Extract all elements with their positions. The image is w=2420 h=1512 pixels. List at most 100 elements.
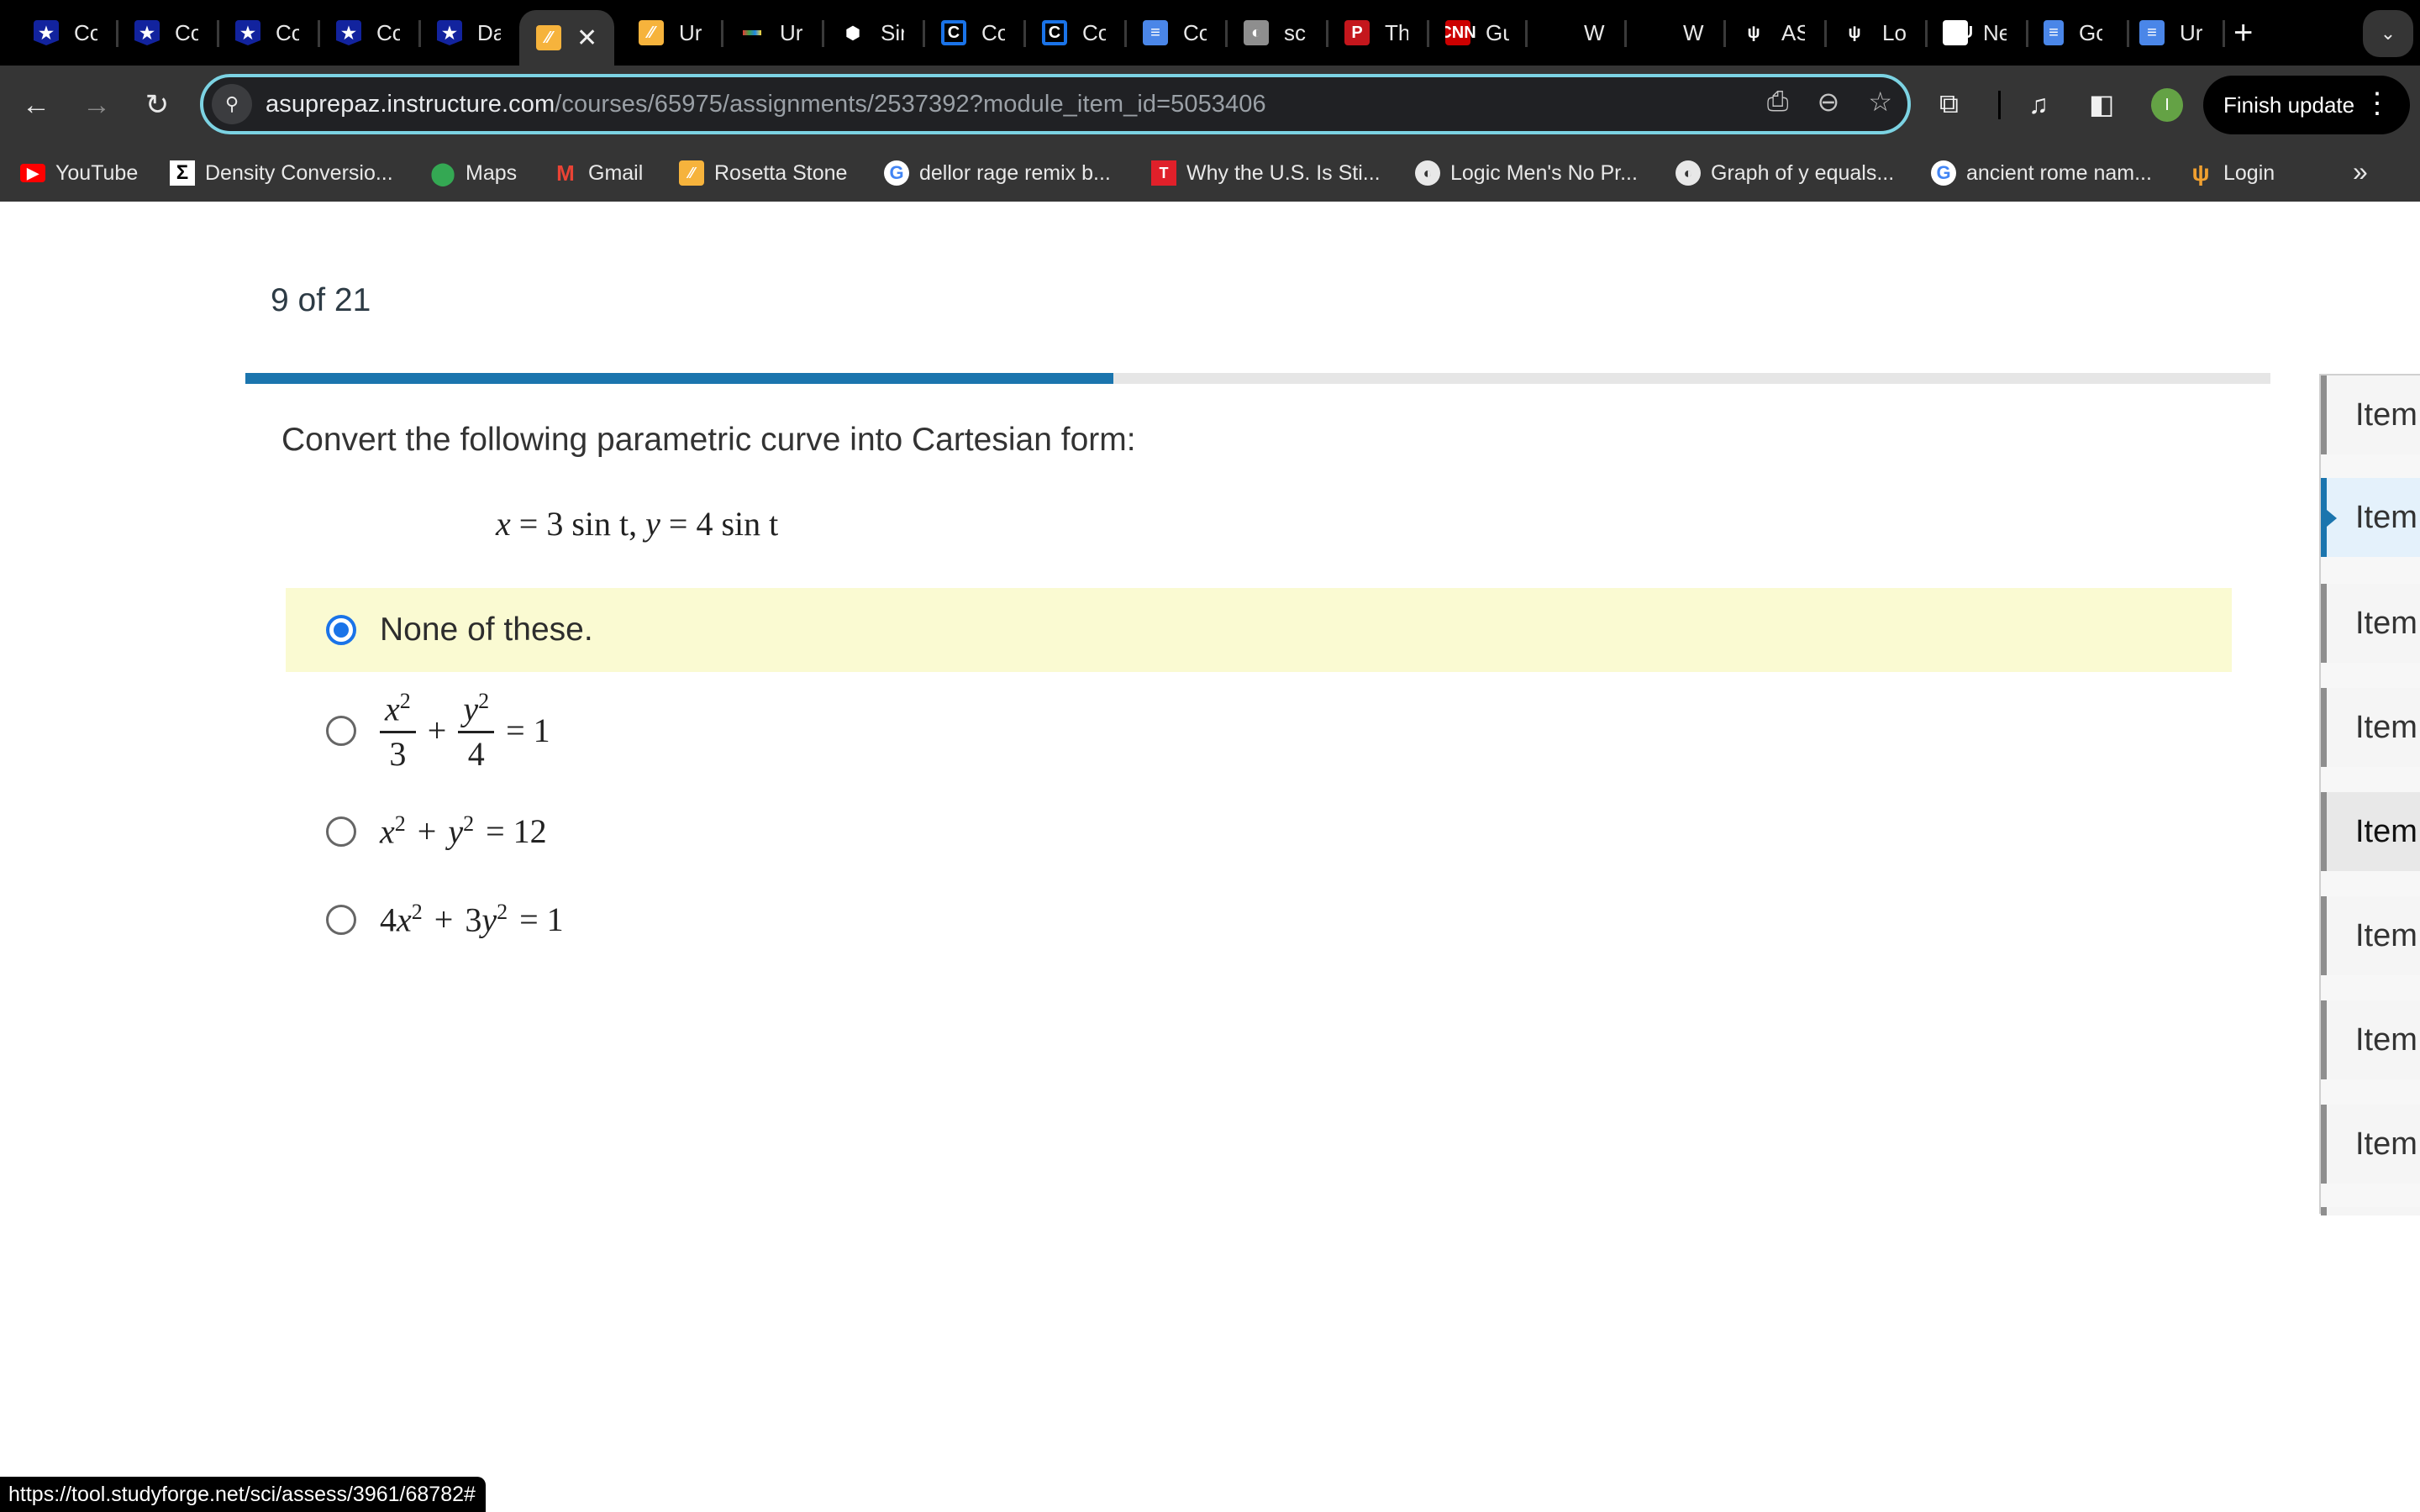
canvas-star-icon: ★ [336,20,361,45]
side-panel-button[interactable]: ◧ [2089,79,2114,129]
browser-tab[interactable]: W [1683,12,1707,54]
maps-pin-icon: ⬤ [430,160,455,186]
google-docs-file-icon: ≡ [2044,20,2064,45]
bookmark-logic[interactable]: ◐ Logic Men's No Pr... [1415,158,1638,188]
progress-bar-fill [245,373,1113,384]
answer-math: x2 3 + y2 4 = 1 [380,690,550,771]
answer-option-circle[interactable]: x2 + y2 = 12 [286,790,2232,874]
answer-option-poly[interactable]: 4x2 + 3y2 = 1 [286,874,2232,966]
browser-tab[interactable]: Ur [739,12,803,54]
browser-tab[interactable]: P Th [1344,12,1408,54]
browser-tab[interactable]: ◐ sc [1244,12,1307,54]
browser-tab[interactable]: CNN Gu [1445,12,1509,54]
bookmark-youtube[interactable]: ▶ YouTube [20,158,138,188]
bookmark-density[interactable]: Σ Density Conversio... [170,158,393,188]
tune-icon: ⚲ [224,93,239,114]
radio-button-checked[interactable] [326,615,356,645]
bookmark-maps[interactable]: ⬤ Maps [430,158,517,188]
nav-item[interactable]: Item [2321,1105,2420,1184]
tab-separator [217,20,219,47]
browser-tab[interactable]: ψ Lo [1842,12,1906,54]
nav-item-current[interactable]: Item [2321,478,2420,557]
browser-tab[interactable]: ≡ Go [2044,12,2102,54]
answer-option-ellipse[interactable]: x2 3 + y2 4 = 1 [286,672,2232,790]
answer-list: None of these. x2 3 + y2 4 = 1 x2 + y2 =… [286,588,2232,966]
browser-tab[interactable]: ⬢ Sir [840,12,904,54]
c-circle-icon: C [1042,20,1067,45]
browser-tab[interactable]: W [1584,12,1607,54]
answer-option-none[interactable]: None of these. [286,588,2232,672]
tab-separator [1326,20,1328,47]
site-info-button[interactable]: ⚲ [212,84,252,124]
question-counter: 9 of 21 [271,282,371,318]
tab-separator [923,20,925,47]
browser-toolbar: ← → ↻ ⚲ asuprepaz.instructure.com/course… [0,66,2420,144]
google-icon: G [1931,160,1956,186]
nav-item[interactable]: Item [2321,1000,2420,1079]
nav-item[interactable]: Item [2321,688,2420,767]
browser-tab[interactable]: ASU Ne [1943,12,2007,54]
reload-button[interactable]: ↻ [136,84,178,126]
browser-tab[interactable]: ⁄⁄ Ur [639,12,702,54]
browser-tab[interactable]: ★ Co [134,12,198,54]
browser-tab[interactable]: ★ Co [34,12,97,54]
forward-button[interactable]: → [76,84,118,126]
progress-bar [245,373,2270,384]
bookmarks-overflow-button[interactable]: » [2353,156,2368,187]
bookmark-login[interactable]: ψ Login [2188,158,2275,188]
nav-item[interactable]: Item [2321,584,2420,663]
browser-tab-active[interactable]: ⁄⁄ ✕ [519,10,615,66]
hexagon-cluster-icon: ⬢ [845,24,860,43]
browser-tab[interactable]: ★ Da [437,12,501,54]
browser-tab[interactable]: ★ Co [235,12,299,54]
asu-pitchfork-icon: ψ [1747,23,1760,42]
install-app-icon[interactable]: ⎙ [1767,86,1789,118]
nav-item[interactable]: Item [2321,896,2420,975]
bookmark-dellor[interactable]: G dellor rage remix b... [884,158,1111,188]
address-bar[interactable]: ⚲ asuprepaz.instructure.com/courses/6597… [200,74,1911,134]
tab-separator [2026,20,2028,47]
browser-tab[interactable]: ★ Co [336,12,400,54]
media-control-button[interactable]: ♫ [2028,79,2049,129]
browser-tab[interactable]: ψ AS [1741,12,1805,54]
answer-math: 4x2 + 3y2 = 1 [380,900,564,939]
t-logo-icon: T [1151,160,1176,186]
close-tab-icon[interactable]: ✕ [576,24,597,53]
multicolor-bar-icon [739,20,765,45]
tab-separator [822,20,824,47]
nav-item-hovered[interactable]: Item [2321,792,2420,871]
question-text: Convert the following parametric curve i… [281,422,1136,458]
arrow-right-icon: → [82,88,111,121]
tab-separator [1624,20,1627,47]
bookmark-ancient-rome[interactable]: G ancient rome nam... [1931,158,2152,188]
finish-update-button[interactable]: Finish update ⋮ [2203,76,2410,134]
new-tab-button[interactable]: + [2233,12,2253,54]
browser-tab[interactable]: ≡ Ur [2139,12,2203,54]
nav-item-partial[interactable] [2321,1207,2420,1215]
nav-item[interactable]: Item [2321,375,2420,454]
radio-button[interactable] [326,816,356,847]
radio-button[interactable] [326,905,356,935]
tab-separator [1925,20,1928,47]
browser-tab[interactable]: C Co [941,12,1005,54]
bookmark-graph[interactable]: ◐ Graph of y equals... [1676,158,1894,188]
zoom-out-icon[interactable]: ⊖ [1818,86,1840,118]
extensions-button[interactable]: ⧉ [1939,79,1959,129]
fraction: x2 3 [380,690,416,771]
tab-search-button[interactable]: ⌄ [2363,10,2413,57]
back-button[interactable]: ← [15,84,57,126]
bookmark-rosetta-stone[interactable]: ⁄⁄ Rosetta Stone [679,158,847,188]
bookmark-why-us[interactable]: T Why the U.S. Is Sti... [1151,158,1381,188]
rosetta-stone-icon: ⁄⁄ [639,20,664,45]
bookmark-star-icon[interactable]: ☆ [1868,86,1892,118]
radio-button[interactable] [326,716,356,746]
browser-tab[interactable]: C Co [1042,12,1106,54]
profile-avatar[interactable]: I [2151,88,2183,122]
browser-tab[interactable]: ≡ Co [1143,12,1207,54]
p-logo-icon: P [1344,20,1370,45]
canvas-star-icon: ★ [34,20,59,45]
bookmark-gmail[interactable]: M Gmail [553,158,643,188]
url-text[interactable]: asuprepaz.instructure.com/courses/65975/… [266,91,1266,118]
side-panel-icon: ◧ [2089,89,2115,119]
gmail-icon: M [556,160,575,186]
